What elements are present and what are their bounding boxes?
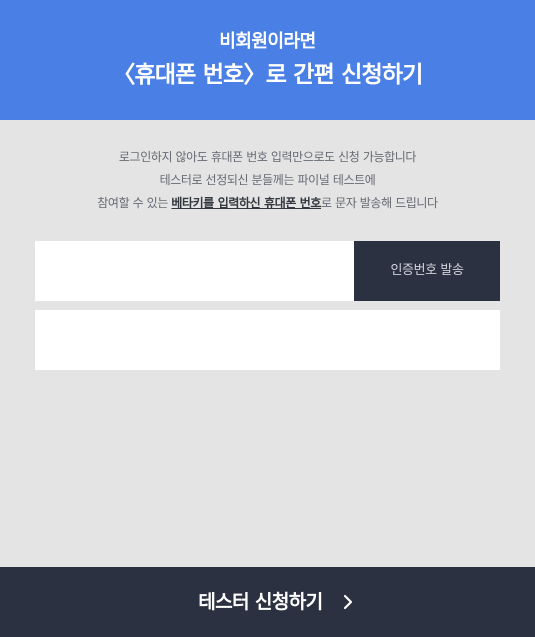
- phone-row: 인증번호 발송: [35, 241, 500, 301]
- chevron-right-icon: [343, 594, 353, 610]
- notice-line-3: 참여할 수 있는 베타키를 입력하신 휴대폰 번호로 문자 발송해 드립니다: [0, 192, 535, 215]
- header-title: 〈휴대폰 번호〉로 간편 신청하기: [112, 62, 423, 88]
- notice-highlight: 베타키를 입력하신 휴대폰 번호: [171, 196, 322, 210]
- header-banner: 비회원이라면 〈휴대폰 번호〉로 간편 신청하기: [0, 0, 535, 120]
- header-subtitle: 비회원이라면: [219, 31, 316, 52]
- page: 비회원이라면 〈휴대폰 번호〉로 간편 신청하기 로그인하지 않아도 휴대폰 번…: [0, 0, 535, 637]
- submit-tester-button[interactable]: 테스터 신청하기: [0, 567, 535, 637]
- verification-code-input[interactable]: [35, 310, 500, 370]
- notice-line-3-after: 로 문자 발송해 드립니다: [321, 196, 438, 210]
- submit-tester-label: 테스터 신청하기: [198, 591, 323, 613]
- notice-text: 로그인하지 않아도 휴대폰 번호 입력만으로도 신청 가능합니다 테스터로 선정…: [0, 146, 535, 215]
- notice-line-1: 로그인하지 않아도 휴대폰 번호 입력만으로도 신청 가능합니다: [118, 150, 417, 164]
- phone-number-input[interactable]: [35, 241, 354, 301]
- send-verification-code-button[interactable]: 인증번호 발송: [354, 241, 500, 301]
- notice-line-2: 테스터로 선정되신 분들께는 파이널 테스트에: [159, 173, 376, 187]
- notice-line-3-before: 참여할 수 있는: [97, 196, 172, 210]
